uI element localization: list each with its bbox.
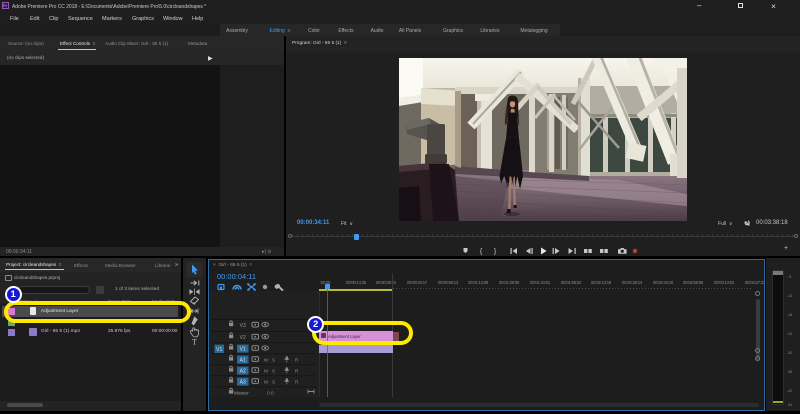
svg-text:-12: -12	[787, 294, 792, 298]
svg-text:-36: -36	[787, 370, 792, 374]
svg-text:- 6: - 6	[787, 275, 791, 279]
svg-text:V3: V3	[240, 323, 246, 329]
svg-text:T: T	[192, 337, 198, 347]
svg-text:-24: -24	[787, 332, 792, 336]
svg-text:}: }	[494, 249, 497, 256]
svg-text:V1: V1	[216, 347, 222, 353]
svg-text:A3: A3	[240, 380, 246, 386]
svg-text:S: S	[272, 379, 275, 384]
svg-text:-54: -54	[787, 403, 792, 407]
svg-text:V2: V2	[240, 335, 246, 341]
svg-text:V1: V1	[240, 347, 246, 353]
svg-text:M: M	[264, 368, 268, 373]
svg-text:M: M	[264, 357, 268, 362]
svg-text:S: S	[272, 368, 275, 373]
svg-text:Master: Master	[234, 390, 249, 396]
svg-text:A1: A1	[240, 358, 246, 364]
svg-text:-30: -30	[787, 351, 792, 355]
svg-text:M: M	[264, 379, 268, 384]
svg-text:0.0: 0.0	[267, 390, 274, 396]
svg-text:S: S	[272, 357, 275, 362]
svg-text:-18: -18	[787, 313, 792, 317]
svg-text:-42: -42	[787, 389, 792, 393]
svg-text:{: {	[480, 249, 483, 256]
svg-text:A2: A2	[240, 369, 246, 375]
